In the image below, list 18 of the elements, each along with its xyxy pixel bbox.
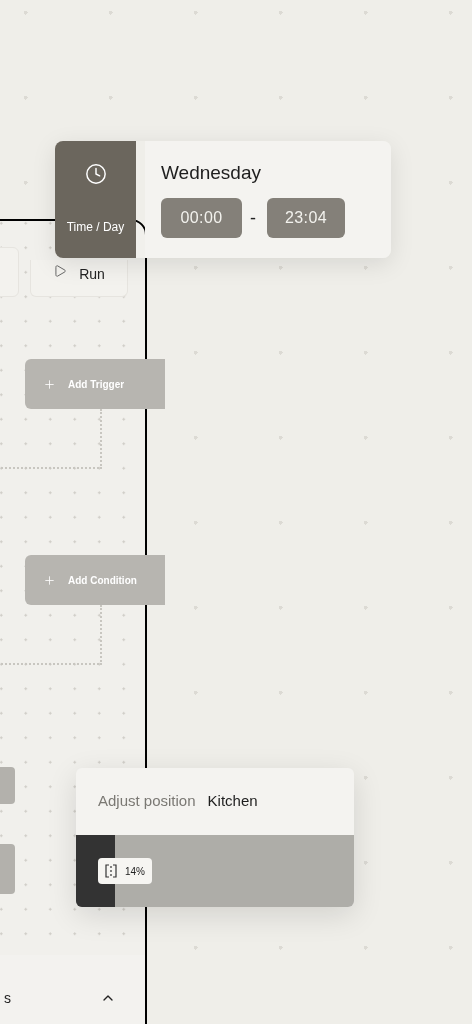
range-separator: - — [250, 206, 254, 230]
clock-icon — [84, 163, 107, 185]
position-slider[interactable]: 14% — [76, 835, 354, 907]
play-icon — [53, 264, 68, 278]
day-title: Wednesday — [161, 161, 262, 185]
footer-label: s — [4, 989, 11, 1008]
run-button[interactable]: Run — [30, 260, 128, 297]
time-day-tile[interactable]: Time / Day — [55, 141, 136, 258]
card-title: Adjust position — [98, 791, 196, 812]
room-name: Kitchen — [207, 791, 258, 812]
tile-label: Time / Day — [66, 219, 125, 236]
slider-handle[interactable]: 14% — [97, 858, 152, 884]
plus-icon — [43, 377, 56, 391]
level-reading: 14% — [124, 864, 145, 879]
start-time-field[interactable]: 00:00 — [161, 198, 242, 238]
plus-icon — [43, 573, 56, 587]
split-icon — [104, 864, 117, 878]
end-time-field[interactable]: 23:04 — [267, 198, 345, 238]
